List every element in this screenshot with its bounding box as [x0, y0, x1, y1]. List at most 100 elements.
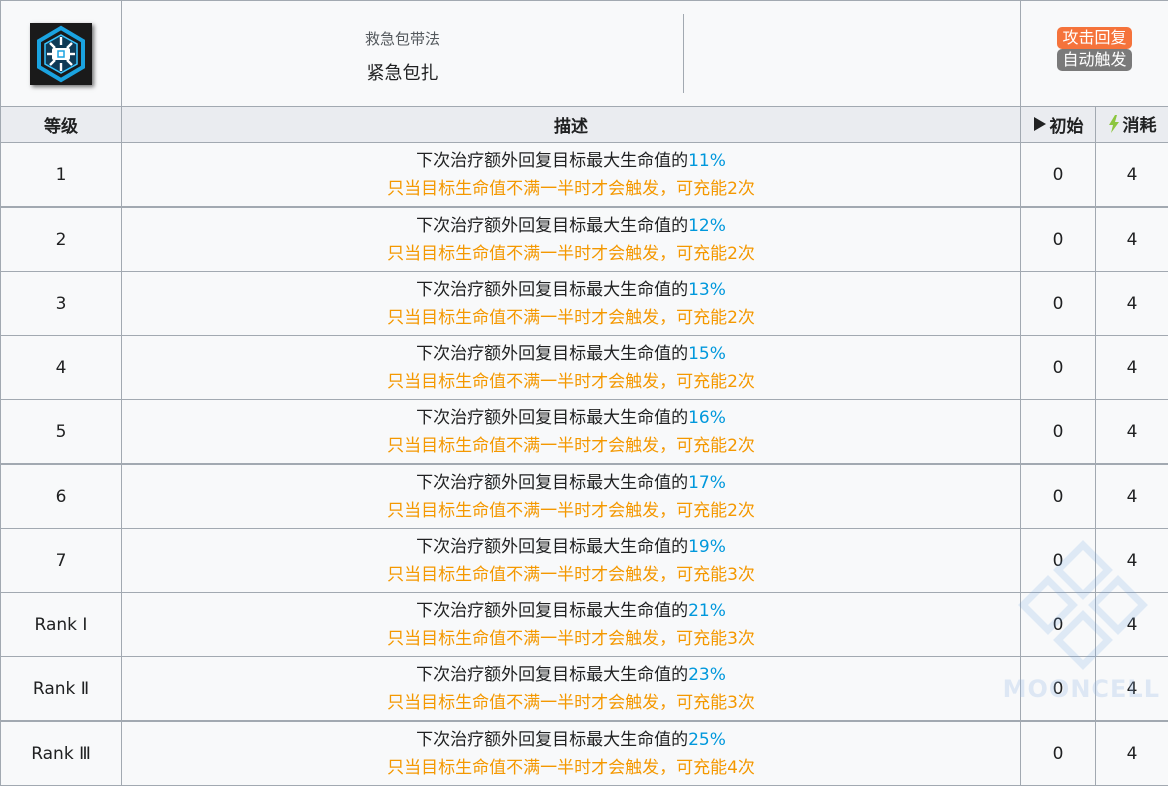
skill-level-row: 2下次治疗额外回复目标最大生命值的12%只当目标生命值不满一半时才会触发，可充能… [1, 207, 1168, 272]
skill-icon-cell [1, 1, 122, 107]
play-icon [1033, 116, 1047, 132]
trigger-note: 只当目标生命值不满一半时才会触发，可充能3次 [122, 689, 1020, 717]
skill-levels-body: 1下次治疗额外回复目标最大生命值的11%只当目标生命值不满一半时才会触发，可充能… [1, 143, 1168, 786]
level-cell: 5 [1, 400, 122, 465]
skill-category: 救急包带法 [122, 28, 683, 49]
heal-percent: 13% [688, 280, 726, 300]
level-cell: Rank Ⅱ [1, 657, 122, 722]
initial-sp-cell: 0 [1021, 272, 1096, 336]
skill-table: 救急包带法 紧急包扎 攻击回复自动触发 等级 描述 初始 消耗 1下次治疗额外回… [0, 0, 1168, 786]
level-cell: 4 [1, 336, 122, 400]
description-cell: 下次治疗额外回复目标最大生命值的21%只当目标生命值不满一半时才会触发，可充能3… [122, 593, 1021, 657]
heal-percent: 17% [688, 473, 726, 493]
skill-level-row: 4下次治疗额外回复目标最大生命值的15%只当目标生命值不满一半时才会触发，可充能… [1, 336, 1168, 400]
skill-header-row: 救急包带法 紧急包扎 攻击回复自动触发 [1, 1, 1168, 107]
column-cost: 消耗 [1096, 107, 1168, 143]
trigger-note: 只当目标生命值不满一半时才会触发，可充能2次 [122, 175, 1020, 203]
column-description: 描述 [122, 107, 1021, 143]
description-line: 下次治疗额外回复目标最大生命值的23% [122, 661, 1020, 689]
description-line: 下次治疗额外回复目标最大生命值的12% [122, 212, 1020, 240]
heal-percent: 21% [688, 601, 726, 621]
heal-percent: 19% [688, 537, 726, 557]
trigger-note: 只当目标生命值不满一半时才会触发，可充能2次 [122, 240, 1020, 268]
level-cell: Rank Ⅲ [1, 721, 122, 786]
description-cell: 下次治疗额外回复目标最大生命值的16%只当目标生命值不满一半时才会触发，可充能2… [122, 400, 1021, 465]
heal-percent: 16% [688, 408, 726, 428]
column-level: 等级 [1, 107, 122, 143]
sp-cost-cell: 4 [1096, 207, 1168, 272]
description-text: 下次治疗额外回复目标最大生命值的 [416, 408, 688, 428]
description-line: 下次治疗额外回复目标最大生命值的11% [122, 147, 1020, 175]
trigger-note: 只当目标生命值不满一半时才会触发，可充能2次 [122, 304, 1020, 332]
level-cell: 1 [1, 143, 122, 208]
initial-sp-cell: 0 [1021, 529, 1096, 593]
description-text: 下次治疗额外回复目标最大生命值的 [416, 216, 688, 236]
description-line: 下次治疗额外回复目标最大生命值的16% [122, 404, 1020, 432]
heal-percent: 23% [688, 665, 726, 685]
trigger-note: 只当目标生命值不满一半时才会触发，可充能2次 [122, 497, 1020, 525]
description-line: 下次治疗额外回复目标最大生命值的21% [122, 597, 1020, 625]
column-initial: 初始 [1021, 107, 1096, 143]
level-cell: 6 [1, 464, 122, 529]
trigger-note: 只当目标生命值不满一半时才会触发，可充能4次 [122, 754, 1020, 782]
level-cell: 2 [1, 207, 122, 272]
skill-level-row: 3下次治疗额外回复目标最大生命值的13%只当目标生命值不满一半时才会触发，可充能… [1, 272, 1168, 336]
description-line: 下次治疗额外回复目标最大生命值的13% [122, 276, 1020, 304]
skill-name-block: 救急包带法 紧急包扎 [122, 14, 684, 93]
description-cell: 下次治疗额外回复目标最大生命值的23%只当目标生命值不满一半时才会触发，可充能3… [122, 657, 1021, 722]
heal-percent: 12% [688, 216, 726, 236]
skill-level-row: 7下次治疗额外回复目标最大生命值的19%只当目标生命值不满一半时才会触发，可充能… [1, 529, 1168, 593]
initial-sp-cell: 0 [1021, 593, 1096, 657]
description-text: 下次治疗额外回复目标最大生命值的 [416, 601, 688, 621]
description-cell: 下次治疗额外回复目标最大生命值的19%只当目标生命值不满一半时才会触发，可充能3… [122, 529, 1021, 593]
initial-sp-cell: 0 [1021, 207, 1096, 272]
description-text: 下次治疗额外回复目标最大生命值的 [416, 473, 688, 493]
sp-cost-cell: 4 [1096, 400, 1168, 465]
skill-name: 紧急包扎 [122, 59, 683, 85]
sp-cost-cell: 4 [1096, 464, 1168, 529]
watermark-text: MOONCELL [1003, 675, 1160, 703]
description-text: 下次治疗额外回复目标最大生命值的 [416, 151, 688, 171]
sp-cost-cell: 4 [1096, 593, 1168, 657]
skill-level-row: 5下次治疗额外回复目标最大生命值的16%只当目标生命值不满一半时才会触发，可充能… [1, 400, 1168, 465]
skill-tags-cell: 攻击回复自动触发 [1021, 1, 1168, 107]
description-text: 下次治疗额外回复目标最大生命值的 [416, 665, 688, 685]
sp-cost-cell: 4 [1096, 143, 1168, 208]
initial-sp-cell: 0 [1021, 143, 1096, 208]
initial-sp-cell: 0 [1021, 464, 1096, 529]
lightning-icon [1108, 115, 1120, 133]
trigger-note: 只当目标生命值不满一半时才会触发，可充能2次 [122, 368, 1020, 396]
column-initial-label: 初始 [1050, 112, 1084, 137]
description-line: 下次治疗额外回复目标最大生命值的25% [122, 726, 1020, 754]
description-cell: 下次治疗额外回复目标最大生命值的15%只当目标生命值不满一半时才会触发，可充能2… [122, 336, 1021, 400]
level-cell: Rank Ⅰ [1, 593, 122, 657]
description-cell: 下次治疗额外回复目标最大生命值的13%只当目标生命值不满一半时才会触发，可充能2… [122, 272, 1021, 336]
skill-level-row: 1下次治疗额外回复目标最大生命值的11%只当目标生命值不满一半时才会触发，可充能… [1, 143, 1168, 208]
initial-sp-cell: 0 [1021, 400, 1096, 465]
initial-sp-cell: 0 [1021, 721, 1096, 786]
sp-cost-cell: 4 [1096, 721, 1168, 786]
sp-cost-cell: 4 [1096, 336, 1168, 400]
sp-cost-cell: 4 [1096, 529, 1168, 593]
level-cell: 3 [1, 272, 122, 336]
heal-percent: 11% [688, 151, 726, 171]
description-text: 下次治疗额外回复目标最大生命值的 [416, 730, 688, 750]
description-cell: 下次治疗额外回复目标最大生命值的12%只当目标生命值不满一半时才会触发，可充能2… [122, 207, 1021, 272]
description-text: 下次治疗额外回复目标最大生命值的 [416, 537, 688, 557]
trigger-note: 只当目标生命值不满一半时才会触发，可充能3次 [122, 625, 1020, 653]
description-line: 下次治疗额外回复目标最大生命值的15% [122, 340, 1020, 368]
skill-tag: 自动触发 [1057, 49, 1131, 71]
column-cost-label: 消耗 [1123, 111, 1157, 136]
description-cell: 下次治疗额外回复目标最大生命值的11%只当目标生命值不满一半时才会触发，可充能2… [122, 143, 1021, 208]
description-line: 下次治疗额外回复目标最大生命值的19% [122, 533, 1020, 561]
heal-percent: 15% [688, 344, 726, 364]
description-text: 下次治疗额外回复目标最大生命值的 [416, 344, 688, 364]
column-header-row: 等级 描述 初始 消耗 [1, 107, 1168, 143]
skill-level-row: 6 下次治疗额外回复目标最大生命值的17% 只当目标生命值不满一半时才会触发，可充能… [1, 464, 1168, 529]
description-cell: 下次治疗额外回复目标最大生命值的17% 只当目标生命值不满一半时才会触发，可充能2… [122, 464, 1021, 529]
description-text: 下次治疗额外回复目标最大生命值的 [416, 280, 688, 300]
description-cell: 下次治疗额外回复目标最大生命值的25%只当目标生命值不满一半时才会触发，可充能4… [122, 721, 1021, 786]
initial-sp-cell: 0 [1021, 336, 1096, 400]
level-cell: 7 [1, 529, 122, 593]
skill-tag: 攻击回复 [1057, 27, 1131, 49]
